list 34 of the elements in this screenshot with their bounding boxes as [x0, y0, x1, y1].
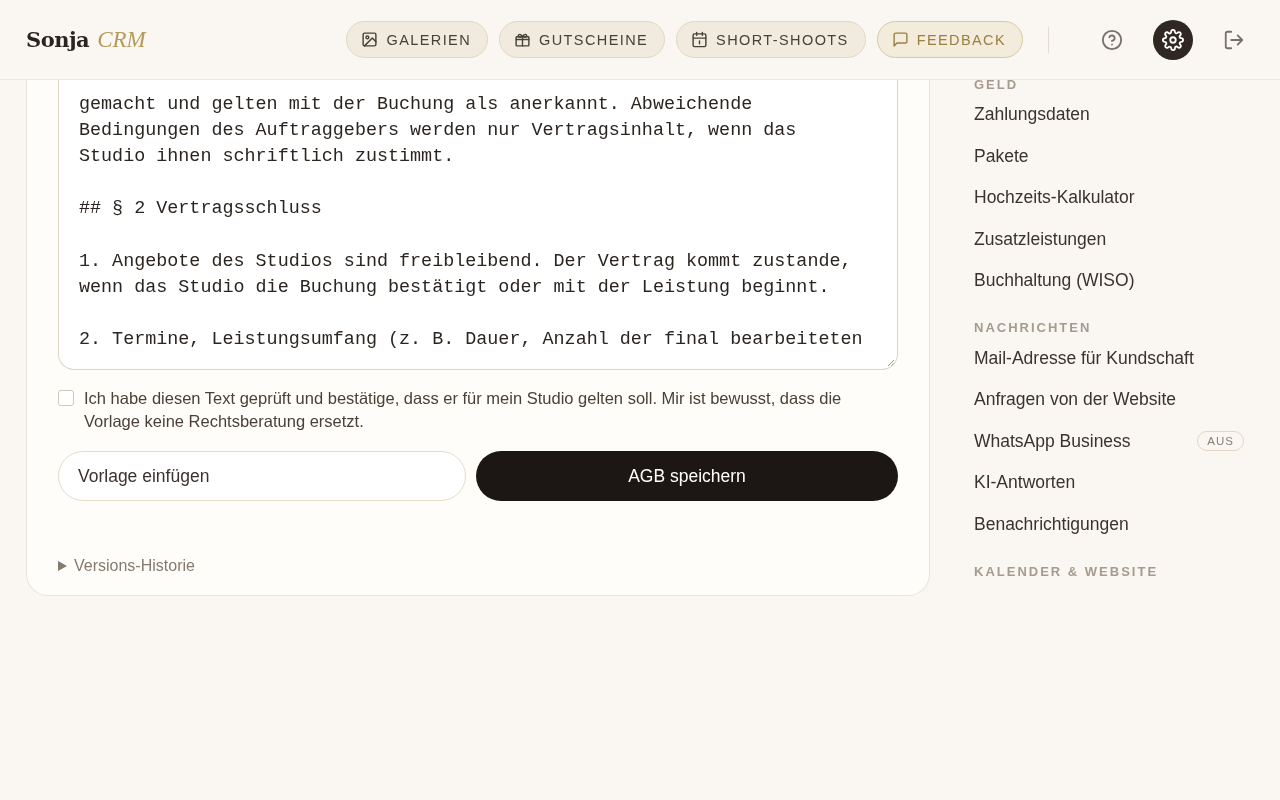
- nav-button[interactable]: GUTSCHEINE: [499, 21, 666, 58]
- checkbox-label: Ich habe diesen Text geprüft und bestätige, dass er für mein Studio gelten soll. Mir ist bewusst, dass die Vorlage keine Rechtsberatung ersetzt.: [84, 388, 843, 432]
- disclosure-icon[interactable]: [58, 561, 67, 571]
- logo-name: Sonja: [26, 26, 90, 52]
- history-toggle[interactable]: Versions-Historie: [74, 557, 195, 575]
- sidebar-item[interactable]: Benachrichtigungen: [974, 513, 1129, 535]
- sidebar-item[interactable]: KI-Antworten: [974, 472, 1076, 494]
- sidebar-item[interactable]: Zahlungsdaten: [974, 104, 1090, 126]
- gift-icon: [514, 31, 531, 48]
- section-title: NACHRICHTEN: [974, 319, 1093, 337]
- template-button[interactable]: Vorlage einfügen: [58, 451, 466, 501]
- sidebar-item[interactable]: WhatsApp Business: [974, 430, 1131, 452]
- section-title: GELD: [974, 75, 1020, 94]
- nav-button[interactable]: SHORT-SHOOTS: [676, 21, 866, 58]
- settings-button[interactable]: [1153, 19, 1193, 60]
- logout-icon: [1223, 28, 1245, 51]
- calendar-icon: [691, 31, 709, 48]
- speech-bubble-icon: [891, 31, 909, 48]
- checkbox[interactable]: [58, 390, 74, 406]
- settings-icon: [1162, 28, 1184, 51]
- sidebar-item[interactable]: Zusatzleistungen: [974, 228, 1107, 250]
- sidebar-item[interactable]: Mail-Adresse für Kundschaft: [974, 347, 1194, 369]
- text-area[interactable]: gemacht und gelten mit der Buchung als anerkannt. Abweichende Bedingungen des Auftraggebers werden nur Vertragsinhalt, wenn das Studio ihnen schriftlich zustimmt. ## § 2 Vertragsschluss 1. Angebote des Studios sind freibleibend. Der Vertrag kommt zustande, wenn das Studio die Buchung bestätigt oder mit der Leistung beginnt. 2. Termine, Leistungsumfang (z. B. Dauer, Anzahl der final bearbeiteten: [58, 80, 898, 370]
- logo-suffix: CRM: [97, 26, 146, 53]
- sidebar-item[interactable]: Anfragen von der Website: [974, 389, 1177, 411]
- nav-button[interactable]: GALERIEN: [346, 21, 488, 58]
- sidebar-item[interactable]: Hochzeits-Kalkulator: [974, 187, 1135, 209]
- help-icon: [1101, 28, 1123, 51]
- section-title: KALENDER & WEBSITE: [974, 562, 1160, 581]
- image-icon: [361, 31, 379, 48]
- sidebar-item[interactable]: Pakete: [974, 145, 1029, 167]
- sidebar-item[interactable]: Buchhaltung (WISO): [974, 270, 1135, 292]
- resize-handle-icon[interactable]: [887, 359, 895, 367]
- save-button[interactable]: AGB speichern: [476, 451, 898, 501]
